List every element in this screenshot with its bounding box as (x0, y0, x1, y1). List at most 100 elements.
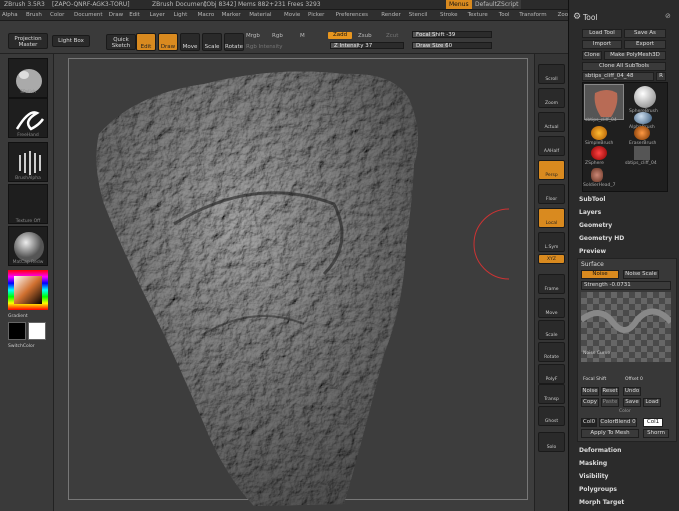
eraser-brush-icon[interactable] (634, 126, 650, 140)
soldier-head-icon[interactable] (591, 168, 603, 182)
shelf-aahalf-button[interactable]: AAHalf (538, 136, 565, 156)
z-intensity-slider[interactable]: Z Intensity 37 (330, 42, 404, 49)
menu-material[interactable]: Material (249, 12, 271, 18)
shelf-polyf-button[interactable]: PolyF (538, 364, 565, 384)
draw-size-slider[interactable]: Draw Size 60 (412, 42, 492, 49)
menu-stencil[interactable]: Stencil (409, 12, 428, 18)
colorblend-slider[interactable]: ColorBlend 0 (599, 418, 637, 427)
shelf-ghost-button[interactable]: Ghost (538, 406, 565, 426)
menu-brush[interactable]: Brush (26, 12, 42, 18)
mrgb-toggle[interactable]: Mrgb (246, 33, 260, 39)
col0-swatch[interactable]: Col0 (581, 418, 597, 427)
col1-swatch[interactable]: Col1 (643, 418, 663, 427)
tool-thumb-active[interactable] (584, 84, 624, 120)
shelf-lsym-button[interactable]: L.Sym (538, 232, 565, 252)
alpha-brush-icon[interactable] (634, 112, 652, 124)
menu-draw[interactable]: Draw (109, 12, 123, 18)
shelf-local-button[interactable]: Local (538, 208, 565, 228)
apply-to-mesh-button[interactable]: Apply To Mesh (581, 429, 639, 438)
menu-render[interactable]: Render (381, 12, 401, 18)
focal-shift-label[interactable]: Focal Shift (583, 377, 606, 382)
menu-transform[interactable]: Transform (519, 12, 546, 18)
menus-button[interactable]: Menus (446, 0, 472, 9)
texture-thumbnail[interactable] (8, 184, 48, 224)
zsphere-icon[interactable] (591, 146, 607, 160)
rgb-toggle[interactable]: Rgb (272, 33, 283, 39)
shelf-zoom-button[interactable]: Zoom (538, 88, 565, 108)
strength-slider[interactable]: Strength -0.0731 (581, 281, 671, 290)
secondary-color-swatch[interactable] (28, 322, 46, 340)
menu-alpha[interactable]: Alpha (2, 12, 18, 18)
simple-brush-icon[interactable] (591, 126, 607, 140)
import-button[interactable]: Import (582, 40, 622, 49)
load-tool-button[interactable]: Load Tool (582, 29, 622, 38)
paste-button[interactable]: Paste (601, 398, 619, 407)
sculpt-rock-mesh[interactable] (54, 54, 534, 511)
shorm-toggle[interactable]: Shorm (643, 429, 669, 438)
m-toggle[interactable]: M (300, 33, 305, 39)
noise-toggle[interactable]: Noise (581, 270, 619, 279)
load-curve-button[interactable]: Load (643, 398, 661, 407)
deformation-section[interactable]: Deformation (579, 447, 621, 454)
sphere-brush-icon[interactable] (634, 86, 656, 108)
visibility-section[interactable]: Visibility (579, 473, 608, 480)
clone-button[interactable]: Clone (582, 51, 602, 60)
clone-all-subtools-button[interactable]: Clone All SubTools (582, 62, 666, 71)
offset-label[interactable]: Offset 0 (625, 377, 643, 382)
menu-marker[interactable]: Marker (222, 12, 241, 18)
menu-preferences[interactable]: Preferences (336, 12, 368, 18)
zsub-toggle[interactable]: Zsub (358, 33, 372, 39)
shelf-solo-button[interactable]: Solo (538, 432, 565, 452)
close-icon[interactable]: ⊘ (665, 12, 671, 20)
menu-macro[interactable]: Macro (198, 12, 215, 18)
menu-light[interactable]: Light (174, 12, 188, 18)
rotate-button[interactable]: Rotate (224, 33, 244, 51)
menu-document[interactable]: Document (74, 12, 103, 18)
zcut-toggle[interactable]: Zcut (386, 33, 398, 39)
menu-movie[interactable]: Movie (284, 12, 300, 18)
noise-curve-noise-button[interactable]: Noise (581, 387, 599, 396)
shelf-floor-button[interactable]: Floor (538, 184, 565, 204)
copy-button[interactable]: Copy (581, 398, 599, 407)
edit-button[interactable]: Edit (136, 33, 156, 51)
preview-section[interactable]: Preview (579, 248, 606, 255)
menu-edit[interactable]: Edit (129, 12, 140, 18)
menu-texture[interactable]: Texture (468, 12, 488, 18)
reset-button[interactable]: Reset (601, 387, 619, 396)
projection-master-button[interactable]: Projection Master (8, 33, 48, 49)
stroke-thumbnail[interactable] (8, 98, 48, 138)
masking-section[interactable]: Masking (579, 460, 607, 467)
shelf-frame-button[interactable]: Frame (538, 274, 565, 294)
layers-section[interactable]: Layers (579, 209, 601, 216)
shelf-rotate-button[interactable]: Rotate (538, 342, 565, 362)
polygroups-section[interactable]: Polygroups (579, 486, 617, 493)
shelf-scroll-button[interactable]: Scroll (538, 64, 565, 84)
undo-button[interactable]: Undo (623, 387, 641, 396)
shelf-persp-button[interactable]: Persp (538, 160, 565, 180)
rgb-intensity-slider[interactable]: Rgb Intensity (246, 44, 283, 50)
subtool-section[interactable]: SubTool (579, 196, 605, 203)
save-curve-button[interactable]: Save (623, 398, 641, 407)
geometry-section[interactable]: Geometry (579, 222, 612, 229)
focal-shift-slider[interactable]: Focal Shift -39 (412, 31, 492, 38)
scale-button[interactable]: Scale (202, 33, 222, 51)
draw-button[interactable]: Draw (158, 33, 178, 51)
zadd-toggle[interactable]: Zadd (328, 32, 352, 39)
primary-color-swatch[interactable] (8, 322, 26, 340)
shelf-move-button[interactable]: Move (538, 298, 565, 318)
r-button[interactable]: R (656, 72, 666, 81)
noise-scale-slider[interactable]: Noise Scale (623, 270, 659, 279)
light-box-button[interactable]: Light Box (52, 35, 90, 47)
shelf-actual-button[interactable]: Actual (538, 112, 565, 132)
menu-layer[interactable]: Layer (150, 12, 165, 18)
color-picker[interactable] (8, 270, 48, 310)
zscript-button[interactable]: DefaultZScript (472, 0, 522, 9)
geometry-hd-section[interactable]: Geometry HD (579, 235, 624, 242)
surface-section[interactable]: Surface (581, 261, 604, 268)
shelf-transp-button[interactable]: Transp (538, 384, 565, 404)
shelf-xyz-button[interactable]: XYZ (538, 254, 565, 264)
shelf-scale-button[interactable]: Scale (538, 320, 565, 340)
menu-tool[interactable]: Tool (499, 12, 510, 18)
quick-sketch-button[interactable]: Quick Sketch (106, 34, 136, 50)
menu-stroke[interactable]: Stroke (440, 12, 458, 18)
